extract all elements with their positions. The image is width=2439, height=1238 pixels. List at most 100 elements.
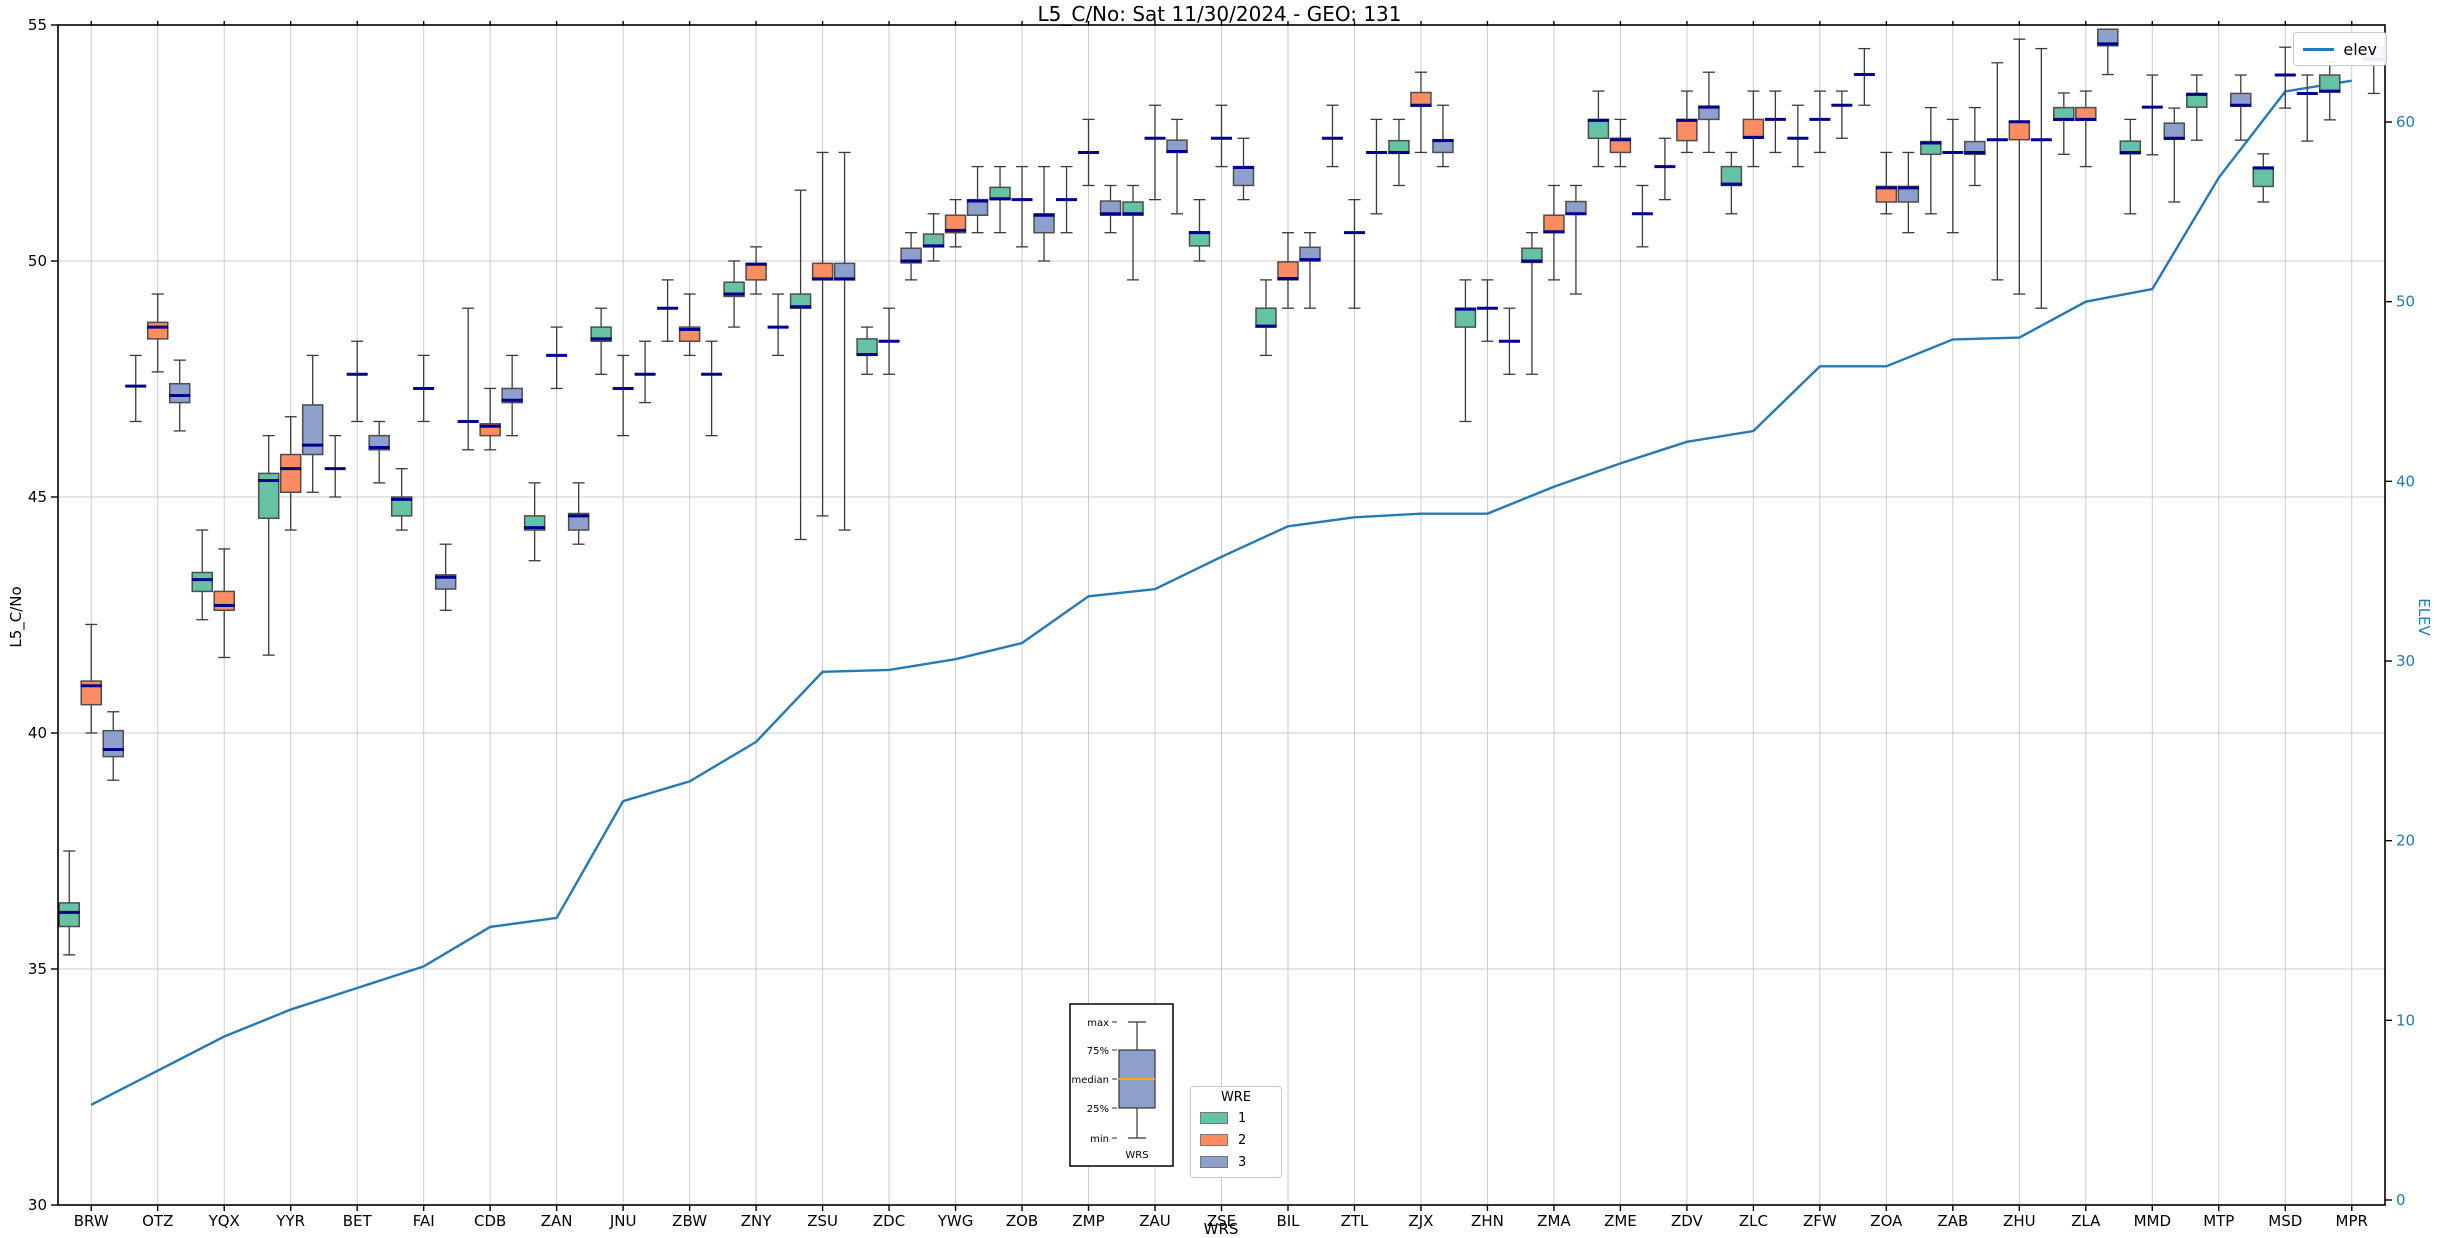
box-MPR-wre1	[2319, 74, 2341, 93]
left-tick-label: 45	[28, 488, 47, 506]
right-tick-label: 10	[2396, 1011, 2415, 1029]
x-tick-label-ZMP: ZMP	[1072, 1212, 1104, 1230]
x-tick-label-ZHU: ZHU	[2003, 1212, 2036, 1230]
elev-line-swatch	[2303, 47, 2335, 51]
box-ZLC-wre2	[1742, 118, 1765, 140]
elev-legend: elev	[2293, 32, 2387, 66]
box-ZSU-wre2	[811, 262, 834, 281]
right-tick-label: 30	[2396, 652, 2415, 670]
box-ZHU-wre2	[2008, 120, 2031, 141]
x-tick-label-ZAU: ZAU	[1139, 1212, 1171, 1230]
x-tick-label-MMD: MMD	[2134, 1212, 2171, 1230]
left-tick-label: 50	[28, 252, 47, 270]
box-BRW-wre3	[102, 729, 124, 758]
elev-legend-label: elev	[2343, 39, 2377, 59]
x-tick-label-CDB: CDB	[474, 1212, 506, 1230]
x-tick-label-ZBW: ZBW	[672, 1212, 707, 1230]
x-tick-label-ZHN: ZHN	[1471, 1212, 1504, 1230]
x-tick-label-YWG: YWG	[937, 1212, 974, 1230]
wre-swatch-1	[1200, 1112, 1228, 1124]
right-tick-label: 60	[2396, 113, 2415, 131]
box-ZDV-wre2	[1676, 118, 1698, 142]
wre-label: 3	[1238, 1154, 1247, 1170]
right-tick-label: 40	[2396, 472, 2415, 490]
wre-swatch-2	[1200, 1134, 1228, 1146]
gridlines	[58, 25, 2385, 1205]
x-tick-label-BRW: BRW	[74, 1212, 109, 1230]
inset-xlabel: WRS	[1125, 1150, 1148, 1161]
left-axis-label: L5_C/No	[7, 586, 25, 648]
wre-legend-title: WRE	[1220, 1090, 1252, 1105]
box-ZSE-wre3	[1232, 165, 1255, 187]
left-tick-label: 30	[28, 1196, 47, 1214]
x-tick-label-ZAN: ZAN	[541, 1212, 573, 1230]
inset-label-25%: 25%	[1087, 1104, 1109, 1115]
x-tick-label-ZME: ZME	[1604, 1212, 1637, 1230]
box-YQX-wre1	[191, 571, 213, 593]
x-tick-label-ZFW: ZFW	[1803, 1212, 1837, 1230]
station-group-ZOB	[989, 165, 1055, 262]
wre-label: 2	[1238, 1132, 1247, 1148]
x-tick-label-FAI: FAI	[413, 1212, 435, 1230]
x-tick-label-ZOA: ZOA	[1870, 1212, 1903, 1230]
x-tick-label-OTZ: OTZ	[142, 1212, 173, 1230]
x-tick-label-YQX: YQX	[208, 1212, 240, 1230]
station-group-ZSU	[789, 151, 856, 541]
box-YYR-wre3	[301, 404, 324, 456]
station-group-YQX	[191, 529, 235, 659]
x-tick-label-ZSU: ZSU	[807, 1212, 838, 1230]
inset-label-min: min	[1090, 1134, 1109, 1145]
right-tick-label: 20	[2396, 832, 2415, 850]
station-group-ZHU	[1986, 38, 2052, 309]
wre-legend-row-3: 3	[1200, 1151, 1272, 1173]
wre-swatch-3	[1200, 1156, 1228, 1168]
box-ZNY-wre2	[745, 262, 767, 281]
x-tick-label-MSD: MSD	[2268, 1212, 2302, 1230]
x-tick-label-ZTL: ZTL	[1341, 1212, 1369, 1230]
right-axis-label: ELEV	[2415, 598, 2433, 636]
x-tick-label-ZNY: ZNY	[741, 1212, 772, 1230]
box-YQX-wre2	[213, 590, 235, 612]
box-BIL-wre1	[1255, 307, 1277, 328]
figure: 30 35 40 45 50 55 0 10 20 30 40 50 60 BRW OTZ YQX YYR BET…	[0, 0, 2439, 1238]
left-tick-label: 40	[28, 724, 47, 742]
station-group-ZAB	[1920, 106, 1986, 234]
x-tick-label-BET: BET	[343, 1212, 373, 1230]
wre-label: 1	[1238, 1110, 1247, 1126]
box-OTZ-wre3	[168, 382, 191, 404]
box-ZDC-wre1	[856, 338, 878, 357]
x-tick-label-YYR: YYR	[275, 1212, 305, 1230]
x-tick-label-ZLA: ZLA	[2071, 1212, 2101, 1230]
x-tick-label-ZJX: ZJX	[1408, 1212, 1433, 1230]
right-tick-label: 0	[2396, 1191, 2406, 1209]
x-tick-label-ZMA: ZMA	[1537, 1212, 1571, 1230]
inset-label-max: max	[1087, 1018, 1109, 1029]
box-ZHN-wre1	[1454, 307, 1477, 328]
wre-legend-row-2: 2	[1200, 1129, 1272, 1151]
box-ZMA-wre2	[1543, 214, 1565, 234]
x-tick-label-JNU: JNU	[609, 1212, 637, 1230]
x-axis-label: WRS	[1203, 1220, 1239, 1238]
x-tick-label-ZAB: ZAB	[1937, 1212, 1968, 1230]
x-tick-label-ZDV: ZDV	[1671, 1212, 1704, 1230]
box-YYR-wre2	[279, 453, 302, 494]
right-tick-label: 50	[2396, 293, 2415, 311]
chart-title: L5_C/No: Sat 11/30/2024 - GEO: 131	[1037, 2, 1402, 26]
boxplot-explainer-inset: max 75% median 25% min WRS	[1069, 1003, 1174, 1167]
box-OTZ-wre2	[146, 321, 169, 340]
x-tick-label-ZDC: ZDC	[873, 1212, 905, 1230]
box-ZSU-wre3	[833, 262, 856, 281]
box-ZME-wre1	[1587, 118, 1610, 140]
x-tick-label-MPR: MPR	[2336, 1212, 2368, 1230]
box-MSD-wre1	[2252, 166, 2275, 188]
box-BRW-wre1	[58, 902, 80, 928]
wre-legend-row-1: 1	[1200, 1107, 1272, 1129]
left-tick-label: 35	[28, 960, 47, 978]
x-tick-label-ZOB: ZOB	[1006, 1212, 1038, 1230]
wre-legend-rows: 1 2 3	[1200, 1107, 1272, 1173]
wre-legend: WRE 1 2 3	[1190, 1086, 1282, 1178]
inset-label-75%: 75%	[1087, 1046, 1109, 1057]
x-tick-label-BIL: BIL	[1276, 1212, 1300, 1230]
x-tick-label-MTP: MTP	[2203, 1212, 2234, 1230]
x-tick-label-ZLC: ZLC	[1739, 1212, 1768, 1230]
